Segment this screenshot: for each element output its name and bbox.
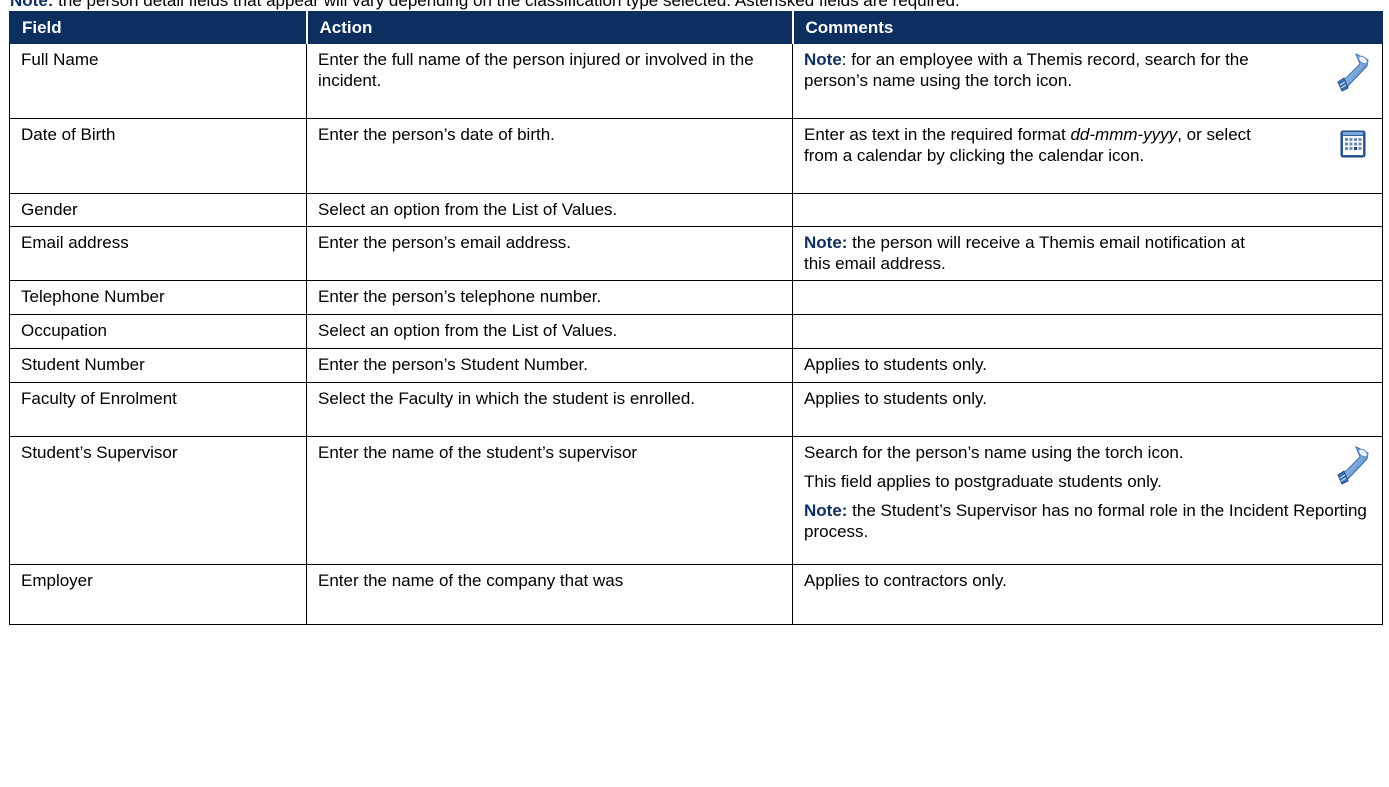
cell-comments [792,193,1383,227]
note-label: Note: [804,501,848,520]
cell-field: Gender [9,193,307,227]
cell-field: Email address [9,226,307,281]
table-row: Occupation Select an option from the Lis… [9,314,1383,349]
cell-comments: Note: the person will receive a Themis e… [792,226,1383,281]
date-format: dd-mmm-yyyy [1070,125,1178,144]
cell-field: Faculty of Enrolment [9,382,307,437]
top-note-text: the person detail fields that appear wil… [53,0,960,10]
note-label: Note: [804,233,848,252]
cell-field: Student Number [9,348,307,383]
cell-field: Full Name [9,43,307,119]
comment-text: This field applies to postgraduate stude… [804,472,1162,491]
cell-field: Date of Birth [9,118,307,194]
cell-comments: Enter as text in the required format dd-… [792,118,1383,194]
top-note: Note: the person detail fields that appe… [10,0,1389,11]
cell-comments [792,280,1383,315]
top-note-label: Note: [10,0,54,10]
cell-field: Telephone Number [9,280,307,315]
comment-text: : for an employee with a Themis record, … [804,50,1249,90]
cell-action: Enter the name of the company that was [306,564,793,625]
table-row: Faculty of Enrolment Select the Faculty … [9,382,1383,437]
cell-comments: Note: for an employee with a Themis reco… [792,43,1383,119]
cell-comments: Applies to students only. [792,382,1383,437]
cell-field: Student’s Supervisor [9,436,307,565]
cell-comments [792,314,1383,349]
header-field: Field [9,11,307,44]
cell-action: Enter the person’s email address. [306,226,793,281]
table-row: Date of Birth Enter the person’s date of… [9,118,1383,194]
table-row: Student Number Enter the person’s Studen… [9,348,1383,383]
torch-icon [1334,52,1370,97]
cell-field: Occupation [9,314,307,349]
calendar-icon [1340,130,1366,163]
field-reference-table: Field Action Comments Full Name Enter th… [9,11,1383,625]
table-row: Full Name Enter the full name of the per… [9,43,1383,119]
cell-comments: Applies to contractors only. [792,564,1383,625]
header-comments: Comments [791,11,1383,44]
comment-text: the person will receive a Themis email n… [804,233,1245,273]
table-row: Student’s Supervisor Enter the name of t… [9,436,1383,565]
cell-action: Enter the person’s Student Number. [306,348,793,383]
table-row: Gender Select an option from the List of… [9,193,1383,227]
table-row: Employer Enter the name of the company t… [9,564,1383,625]
cell-action: Enter the person’s telephone number. [306,280,793,315]
cell-field: Employer [9,564,307,625]
table-header-row: Field Action Comments [9,11,1383,44]
cell-action: Select an option from the List of Values… [306,193,793,227]
cell-action: Enter the name of the student’s supervis… [306,436,793,565]
cell-action: Enter the full name of the person injure… [306,43,793,119]
cell-action: Select an option from the List of Values… [306,314,793,349]
header-action: Action [305,11,793,44]
table-row: Email address Enter the person’s email a… [9,226,1383,281]
comment-text: Search for the person’s name using the t… [804,443,1184,462]
cell-comments: Applies to students only. [792,348,1383,383]
cell-action: Select the Faculty in which the student … [306,382,793,437]
torch-icon [1334,445,1370,490]
comment-text: Enter as text in the required format [804,125,1071,144]
note-label: Note [804,50,842,69]
comment-text: the Student’s Supervisor has no formal r… [804,501,1367,541]
cell-action: Enter the person’s date of birth. [306,118,793,194]
table-row: Telephone Number Enter the person’s tele… [9,280,1383,315]
cell-comments: Search for the person’s name using the t… [792,436,1383,565]
